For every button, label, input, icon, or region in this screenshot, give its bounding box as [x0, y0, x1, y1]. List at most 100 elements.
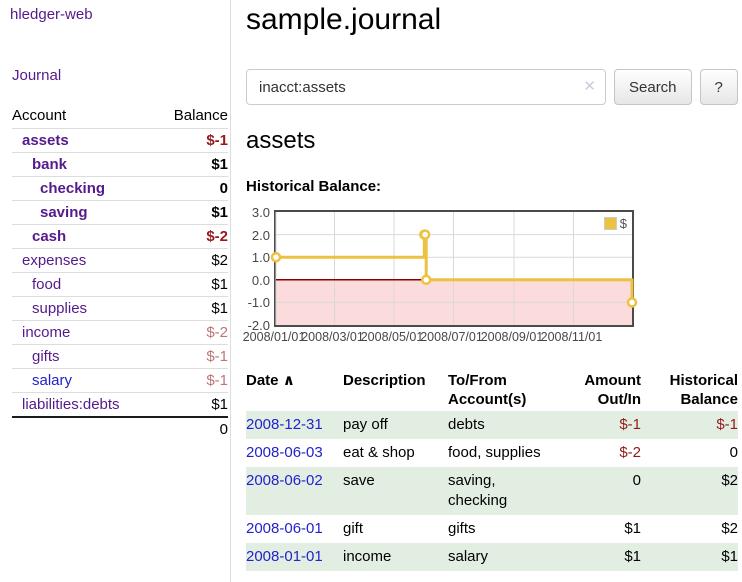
- transaction-amount: $1: [548, 543, 641, 571]
- account-row: saving $1: [12, 201, 228, 225]
- accounts-column-header: To/From Account(s): [448, 371, 548, 411]
- account-balance: $2: [120, 249, 228, 273]
- account-balance: $-2: [120, 225, 228, 249]
- chart-legend: $: [602, 215, 629, 232]
- sidebar: hledger-web Journal Account Balance asse…: [0, 0, 231, 582]
- x-axis-tick-label: 2008/09/01: [481, 330, 544, 344]
- data-point-marker[interactable]: [628, 298, 636, 306]
- main-content: sample.journal ✕ Search ? assets Histori…: [231, 0, 741, 582]
- account-link[interactable]: checking: [40, 180, 105, 197]
- account-row: supplies $1: [12, 297, 228, 321]
- chart-plot-area[interactable]: $: [274, 210, 634, 327]
- chart-x-axis: 2008/01/012008/03/012008/05/012008/07/01…: [274, 330, 630, 348]
- account-row: gifts$-1: [12, 345, 228, 369]
- transaction-amount: $-2: [548, 439, 641, 467]
- account-row: checking 0: [12, 177, 228, 201]
- account-balance: $1: [120, 297, 228, 321]
- account-link[interactable]: assets: [22, 132, 69, 149]
- register-row: 2008-06-03eat & shopfood, supplies$-20: [246, 439, 738, 467]
- account-link[interactable]: cash: [32, 228, 66, 245]
- account-row: salary $-1: [12, 369, 228, 393]
- account-link[interactable]: gifts: [32, 348, 60, 365]
- transaction-date-link[interactable]: 2008-06-02: [246, 472, 323, 489]
- sort-ascending-icon: ∧: [283, 372, 295, 389]
- account-heading: assets: [246, 127, 741, 155]
- journal-link[interactable]: Journal: [12, 67, 61, 84]
- help-button[interactable]: ?: [700, 69, 738, 105]
- transaction-balance: $2: [641, 515, 738, 543]
- account-link[interactable]: bank: [32, 156, 67, 173]
- transaction-balance: $-1: [641, 411, 738, 439]
- account-row: bank $1: [12, 153, 228, 177]
- account-balance: $-1: [120, 369, 228, 393]
- account-link[interactable]: food: [32, 276, 61, 293]
- chart-canvas: [276, 212, 632, 325]
- account-row: liabilities:debts$1: [12, 393, 228, 418]
- search-button[interactable]: Search: [614, 69, 692, 105]
- accounts-table: Account Balance assets $-1 bank $1 checking 0…: [12, 104, 228, 441]
- transaction-description: eat & shop: [343, 439, 448, 467]
- transaction-description: pay off: [343, 411, 448, 439]
- transaction-date-link[interactable]: 2008-06-01: [246, 520, 323, 537]
- register-row: 2008-06-02savesaving, checking0$2: [246, 467, 738, 515]
- account-row: food $1: [12, 273, 228, 297]
- balance-chart: $ 3.02.01.00.0-1.0-2.0 2008/01/012008/03…: [246, 210, 666, 348]
- y-axis-tick-label: 2.0: [244, 229, 270, 243]
- transaction-date-link[interactable]: 2008-01-01: [246, 548, 323, 565]
- register-table: Date ∧ Description To/From Account(s) Am…: [246, 371, 738, 571]
- amount-column-header: Amount Out/In: [548, 371, 641, 411]
- account-link[interactable]: saving: [40, 204, 88, 221]
- transaction-amount: $1: [548, 515, 641, 543]
- account-link[interactable]: supplies: [32, 300, 87, 317]
- page-title: sample.journal: [246, 2, 741, 38]
- register-header-row: Date ∧ Description To/From Account(s) Am…: [246, 371, 738, 411]
- date-column-header[interactable]: Date ∧: [246, 371, 343, 411]
- transaction-accounts: food, supplies: [448, 439, 548, 467]
- x-axis-tick-label: 2008/11/01: [541, 330, 603, 344]
- legend-label: $: [620, 216, 627, 231]
- x-axis-tick-label: 2008/05/01: [361, 330, 424, 344]
- y-axis-tick-label: 0.0: [244, 274, 270, 288]
- transaction-description: save: [343, 467, 448, 515]
- accounts-total-row: 0: [12, 417, 228, 441]
- account-row: cash $-2: [12, 225, 228, 249]
- account-balance: $1: [120, 153, 228, 177]
- transaction-accounts: debts: [448, 411, 548, 439]
- y-axis-tick-label: 3.0: [244, 206, 270, 220]
- search-input-wrap: ✕: [246, 69, 606, 105]
- register-row: 2008-12-31pay offdebts$-1$-1: [246, 411, 738, 439]
- account-balance: $1: [120, 273, 228, 297]
- data-point-marker[interactable]: [421, 231, 429, 239]
- data-point-marker[interactable]: [422, 276, 430, 284]
- accounts-header-row: Account Balance: [12, 104, 228, 129]
- transaction-date-link[interactable]: 2008-06-03: [246, 444, 323, 461]
- x-axis-tick-label: 2008/07/01: [420, 330, 483, 344]
- account-row: expenses $2: [12, 249, 228, 273]
- clear-search-icon[interactable]: ✕: [583, 77, 596, 95]
- legend-swatch-icon: [604, 217, 617, 230]
- data-point-marker[interactable]: [272, 253, 280, 261]
- app-title-link[interactable]: hledger-web: [10, 6, 93, 23]
- register-row: 2008-06-01giftgifts$1$2: [246, 515, 738, 543]
- balance-column-header: Balance: [120, 104, 228, 129]
- register-row: 2008-01-01incomesalary$1$1: [246, 543, 738, 571]
- account-balance: $-2: [120, 321, 228, 345]
- chart-title: Historical Balance:: [246, 178, 741, 196]
- account-link[interactable]: expenses: [22, 252, 86, 269]
- transaction-description: income: [343, 543, 448, 571]
- x-axis-tick-label: 2008/01/01: [243, 330, 306, 344]
- account-link[interactable]: income: [22, 324, 70, 341]
- account-link[interactable]: salary: [32, 372, 72, 389]
- account-balance: $1: [120, 201, 228, 225]
- account-column-header: Account: [12, 104, 120, 129]
- search-input[interactable]: [246, 69, 606, 105]
- transaction-date-link[interactable]: 2008-12-31: [246, 416, 323, 433]
- balance-column-header: Historical Balance: [641, 371, 738, 411]
- account-link[interactable]: liabilities:debts: [22, 396, 120, 413]
- account-balance: 0: [120, 177, 228, 201]
- account-balance: $1: [120, 393, 228, 418]
- transaction-description: gift: [343, 515, 448, 543]
- transaction-accounts: saving, checking: [448, 467, 548, 515]
- transaction-accounts: salary: [448, 543, 548, 571]
- y-axis-tick-label: -1.0: [244, 296, 270, 310]
